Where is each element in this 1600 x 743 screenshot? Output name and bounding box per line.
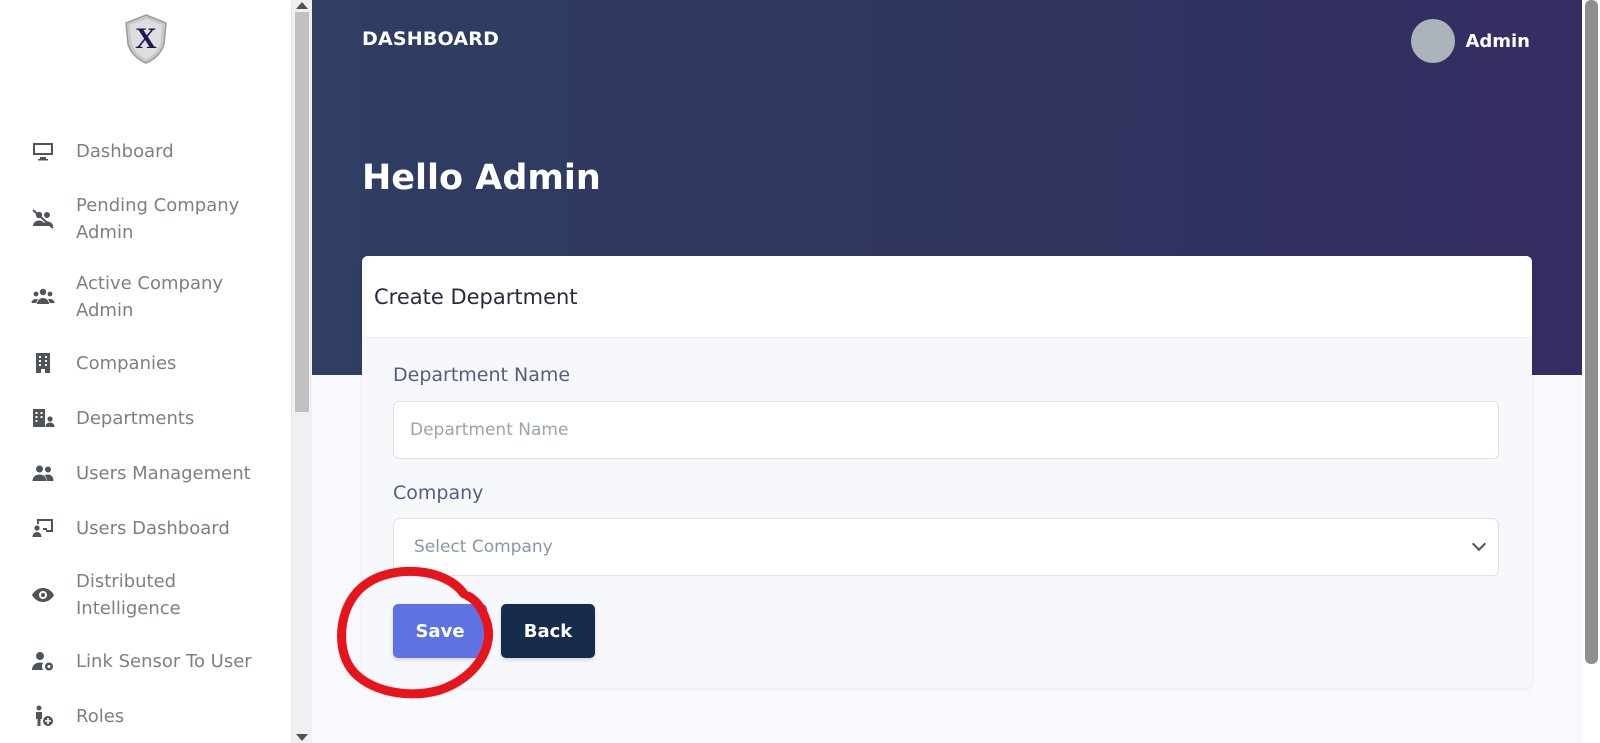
sidebar-item-dashboard[interactable]: Dashboard — [0, 126, 292, 176]
scroll-up-arrow-icon[interactable] — [296, 2, 308, 9]
sidebar-item-label: Pending Company Admin — [76, 195, 240, 243]
sidebar-item-companies[interactable]: Companies — [0, 336, 292, 390]
monitor-icon — [30, 138, 56, 164]
sidebar-item-label: Distributed Intelligence — [76, 571, 181, 619]
department-name-input[interactable] — [393, 401, 1499, 459]
company-select-placeholder: Select Company — [414, 537, 553, 557]
users-icon — [30, 284, 56, 310]
sidebar-item-departments[interactable]: Departments — [0, 390, 292, 446]
sidebar-item-users-dashboard[interactable]: Users Dashboard — [0, 500, 292, 556]
sidebar-scrollbar-thumb[interactable] — [295, 12, 309, 412]
sidebar-item-link-sensor-to-user[interactable]: Link Sensor To User — [0, 634, 292, 688]
sidebar-nav: Dashboard Pending Company Admin Active C… — [0, 126, 292, 743]
sidebar-item-label: Users Management — [76, 462, 251, 484]
avatar[interactable] — [1411, 19, 1456, 63]
sidebar-item-label: Departments — [76, 407, 195, 429]
user-group-icon — [30, 460, 56, 486]
page-scrollbar-thumb[interactable] — [1585, 0, 1598, 664]
save-button[interactable]: Save — [393, 604, 487, 658]
chalkboard-user-icon — [30, 515, 56, 541]
person-plus-icon — [30, 703, 56, 729]
sidebar-item-label: Companies — [76, 352, 177, 374]
card-header: Create Department — [362, 256, 1532, 338]
company-select[interactable]: Select Company — [393, 518, 1499, 576]
svg-text:X: X — [135, 22, 157, 55]
sidebar-item-pending-company-admin[interactable]: Pending Company Admin — [0, 180, 292, 258]
eye-icon — [30, 582, 56, 608]
sidebar: X Dashboard Pending Company Admin Active… — [0, 0, 292, 743]
department-name-label: Department Name — [393, 364, 571, 386]
shield-logo-icon[interactable]: X — [124, 14, 168, 64]
company-label: Company — [393, 482, 484, 504]
sidebar-item-label: Dashboard — [76, 140, 174, 162]
main-content: DASHBOARD Admin Hello Admin Create Depar… — [312, 0, 1582, 743]
sidebar-item-label: Active Company Admin — [76, 273, 224, 321]
users-slash-icon — [30, 206, 56, 232]
greeting-heading: Hello Admin — [362, 158, 601, 198]
building-user-icon — [30, 405, 56, 431]
scroll-down-arrow-icon[interactable] — [296, 734, 308, 741]
sidebar-item-roles[interactable]: Roles — [0, 688, 292, 743]
sidebar-scrollbar[interactable] — [292, 0, 312, 743]
sidebar-item-label: Roles — [76, 705, 125, 727]
user-menu[interactable]: Admin — [1411, 19, 1530, 63]
sidebar-item-distributed-intelligence[interactable]: Distributed Intelligence — [0, 556, 292, 634]
sidebar-item-label: Users Dashboard — [76, 517, 230, 539]
user-gear-icon — [30, 648, 56, 674]
create-department-card: Create Department Department Name Compan… — [362, 256, 1532, 688]
back-button[interactable]: Back — [501, 604, 595, 658]
page-scrollbar[interactable] — [1582, 0, 1600, 743]
user-name[interactable]: Admin — [1465, 31, 1530, 52]
sidebar-item-active-company-admin[interactable]: Active Company Admin — [0, 258, 292, 336]
sidebar-item-users-management[interactable]: Users Management — [0, 446, 292, 500]
building-icon — [30, 350, 56, 376]
page-title[interactable]: DASHBOARD — [362, 28, 499, 50]
sidebar-item-label: Link Sensor To User — [76, 650, 252, 672]
card-title: Create Department — [374, 284, 578, 309]
chevron-down-icon — [1471, 536, 1487, 552]
